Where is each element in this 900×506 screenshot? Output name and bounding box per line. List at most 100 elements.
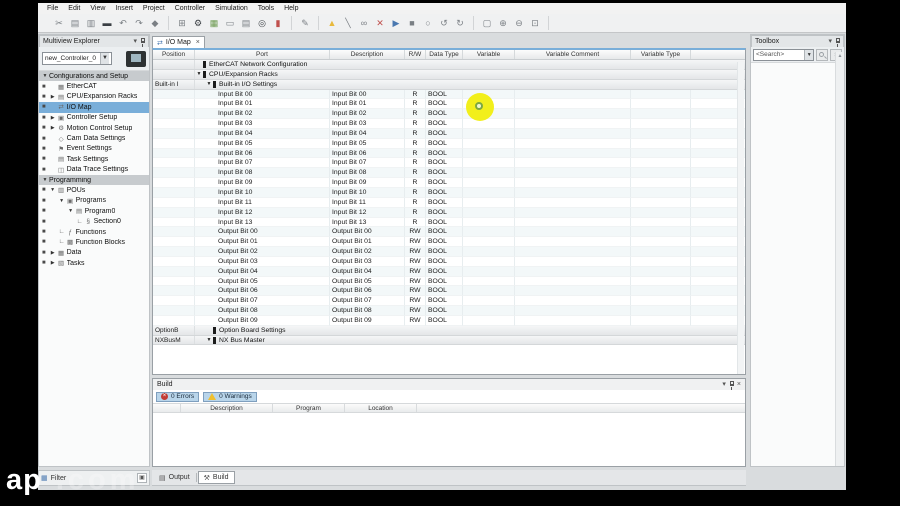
- tab-io-map[interactable]: ⇄ I/O Map ×: [152, 36, 205, 48]
- table-row[interactable]: Input Bit 00 Input Bit 00 R BOOL: [153, 89, 745, 100]
- table-row[interactable]: Input Bit 12 Input Bit 12 R BOOL: [153, 207, 745, 218]
- menu-edit[interactable]: Edit: [63, 5, 85, 12]
- chevron-right-icon[interactable]: ▶: [49, 260, 57, 266]
- column-header-description[interactable]: Description: [330, 50, 405, 59]
- sidebar-item-event-settings[interactable]: ■ ⚑ Event Settings: [39, 144, 149, 154]
- io-map-scrollbar[interactable]: [737, 62, 744, 374]
- toolbox-search-button[interactable]: [816, 48, 829, 61]
- build-column-location[interactable]: Location: [345, 404, 417, 412]
- panel-menu-icon[interactable]: ▾: [133, 37, 137, 47]
- panel-menu-icon[interactable]: ▾: [828, 37, 832, 47]
- table-row[interactable]: Input Bit 01 Input Bit 01 R BOOL: [153, 99, 745, 110]
- paste-icon[interactable]: ▥: [83, 17, 99, 30]
- build-column-filler[interactable]: [153, 404, 181, 412]
- table-row-group[interactable]: OptionB Option Board Settings: [153, 325, 745, 336]
- close-icon[interactable]: ×: [196, 39, 200, 46]
- frame-icon[interactable]: ▢: [479, 17, 495, 30]
- chevron-right-icon[interactable]: ▶: [49, 125, 57, 131]
- chevron-down-icon[interactable]: ▼: [58, 198, 66, 204]
- pointer-icon[interactable]: ▶: [388, 17, 404, 30]
- table-row-group[interactable]: NXBusM ▼ NX Bus Master: [153, 335, 745, 346]
- block-icon[interactable]: ■: [404, 17, 420, 30]
- wrench-icon[interactable]: ⚙: [190, 17, 206, 30]
- pin-icon[interactable]: [729, 381, 734, 390]
- sidebar-item-tasks[interactable]: ■ ▶ ▧ Tasks: [39, 258, 149, 268]
- warning-icon[interactable]: ▲: [324, 17, 340, 30]
- edit-mode-icon[interactable]: ✎: [297, 17, 313, 30]
- table-row[interactable]: Output Bit 03 Output Bit 03 RW BOOL: [153, 256, 745, 267]
- chevron-right-icon[interactable]: ▶: [49, 94, 57, 100]
- sidebar-item-programs[interactable]: ■ ▼ ▣ Programs: [39, 196, 149, 206]
- menu-project[interactable]: Project: [138, 5, 170, 12]
- table-row-group[interactable]: ▼ CPU/Expansion Racks: [153, 69, 745, 80]
- menu-controller[interactable]: Controller: [170, 5, 210, 12]
- sidebar-item-section0[interactable]: ■ ∟ § Section0: [39, 216, 149, 226]
- tree-section-programming[interactable]: ▼ Programming: [39, 174, 149, 186]
- sidebar-item-cpu-expansion-racks[interactable]: ■ ▶ ▤ CPU/Expansion Racks: [39, 92, 149, 102]
- menu-help[interactable]: Help: [279, 5, 303, 12]
- sidebar-item-function-blocks[interactable]: ■ ∟ ▩ Function Blocks: [39, 237, 149, 247]
- warnings-toggle-button[interactable]: 0 Warnings: [203, 391, 257, 402]
- library-icon[interactable]: ▮: [270, 17, 286, 30]
- column-header-position[interactable]: Position: [153, 50, 195, 59]
- sidebar-item-motion-control-setup[interactable]: ■ ▶ ⚙ Motion Control Setup: [39, 123, 149, 133]
- table-row[interactable]: Output Bit 07 Output Bit 07 RW BOOL: [153, 296, 745, 307]
- undo-icon[interactable]: ↶: [115, 17, 131, 30]
- table-row-group[interactable]: EtherCAT Network Configuration: [153, 60, 745, 70]
- table-row[interactable]: Output Bit 01 Output Bit 01 RW BOOL: [153, 237, 745, 248]
- delete-icon[interactable]: ▬: [99, 17, 115, 30]
- sidebar-item-i-o-map[interactable]: ■ ⇄ I/O Map: [39, 102, 149, 113]
- sidebar-item-controller-setup[interactable]: ■ ▶ ▣ Controller Setup: [39, 113, 149, 123]
- column-header-variable-comment[interactable]: Variable Comment: [515, 50, 631, 59]
- draw-line-icon[interactable]: ╲: [340, 17, 356, 30]
- table-row[interactable]: Output Bit 05 Output Bit 05 RW BOOL: [153, 276, 745, 287]
- table-row[interactable]: Output Bit 09 Output Bit 09 RW BOOL: [153, 315, 745, 326]
- sidebar-item-cam-data-settings[interactable]: ■ ◇ Cam Data Settings: [39, 133, 149, 143]
- table-row[interactable]: Input Bit 08 Input Bit 08 R BOOL: [153, 168, 745, 179]
- table-row[interactable]: Input Bit 06 Input Bit 06 R BOOL: [153, 148, 745, 159]
- table-row[interactable]: Input Bit 04 Input Bit 04 R BOOL: [153, 128, 745, 139]
- sidebar-item-ethercat[interactable]: ■ ▦ EtherCAT: [39, 81, 149, 91]
- table-row[interactable]: Input Bit 10 Input Bit 10 R BOOL: [153, 187, 745, 198]
- panel-menu-icon[interactable]: ▾: [722, 380, 726, 390]
- watch-icon[interactable]: ∞: [356, 17, 372, 30]
- table-row[interactable]: Output Bit 08 Output Bit 08 RW BOOL: [153, 306, 745, 316]
- sync-back-icon[interactable]: ↺: [436, 17, 452, 30]
- table-row[interactable]: Output Bit 00 Output Bit 00 RW BOOL: [153, 227, 745, 238]
- chevron-right-icon[interactable]: ▶: [49, 250, 57, 256]
- table-row[interactable]: Output Bit 06 Output Bit 06 RW BOOL: [153, 286, 745, 297]
- chevron-down-icon[interactable]: ▼: [195, 71, 203, 77]
- column-header-r-w[interactable]: R/W: [405, 50, 426, 59]
- sidebar-item-functions[interactable]: ■ ∟ ƒ Functions: [39, 227, 149, 237]
- sidebar-item-task-settings[interactable]: ■ ▤ Task Settings: [39, 154, 149, 164]
- cut-icon[interactable]: ✂: [51, 17, 67, 30]
- reference-icon[interactable]: ◆: [147, 17, 163, 30]
- window-icon[interactable]: ⊞: [174, 17, 190, 30]
- controller-select[interactable]: new_Controller_0 ▼: [42, 52, 112, 65]
- chevron-down-icon[interactable]: ▼: [205, 337, 213, 343]
- close-icon[interactable]: ×: [737, 380, 741, 390]
- build-column-filler[interactable]: [417, 404, 747, 412]
- column-header-port[interactable]: Port: [195, 50, 330, 59]
- build-column-program[interactable]: Program: [273, 404, 345, 412]
- redo-icon[interactable]: ↷: [131, 17, 147, 30]
- menu-tools[interactable]: Tools: [253, 5, 279, 12]
- table-row[interactable]: Input Bit 05 Input Bit 05 R BOOL: [153, 138, 745, 149]
- zoom-fit-icon[interactable]: ⊡: [527, 17, 543, 30]
- build-column-description[interactable]: Description: [181, 404, 273, 412]
- breakpoint-icon[interactable]: ✕: [372, 17, 388, 30]
- chevron-down-icon[interactable]: ▼: [205, 81, 213, 87]
- zoom-in-icon[interactable]: ⊕: [495, 17, 511, 30]
- table-row[interactable]: Input Bit 13 Input Bit 13 R BOOL: [153, 217, 745, 228]
- table-row[interactable]: Input Bit 11 Input Bit 11 R BOOL: [153, 197, 745, 208]
- column-header-variable-type[interactable]: Variable Type: [631, 50, 691, 59]
- chevron-right-icon[interactable]: ▶: [49, 115, 57, 121]
- menu-view[interactable]: View: [85, 5, 110, 12]
- tab-output[interactable]: ▤ Output: [154, 471, 195, 484]
- zoom-out-icon[interactable]: ⊖: [511, 17, 527, 30]
- table-row[interactable]: Input Bit 03 Input Bit 03 R BOOL: [153, 119, 745, 129]
- errors-toggle-button[interactable]: × 0 Errors: [156, 391, 200, 402]
- column-header-filler[interactable]: [691, 50, 745, 59]
- chevron-down-icon[interactable]: ▼: [49, 187, 57, 193]
- sidebar-item-program0[interactable]: ■ ▼ ▤ Program0: [39, 206, 149, 216]
